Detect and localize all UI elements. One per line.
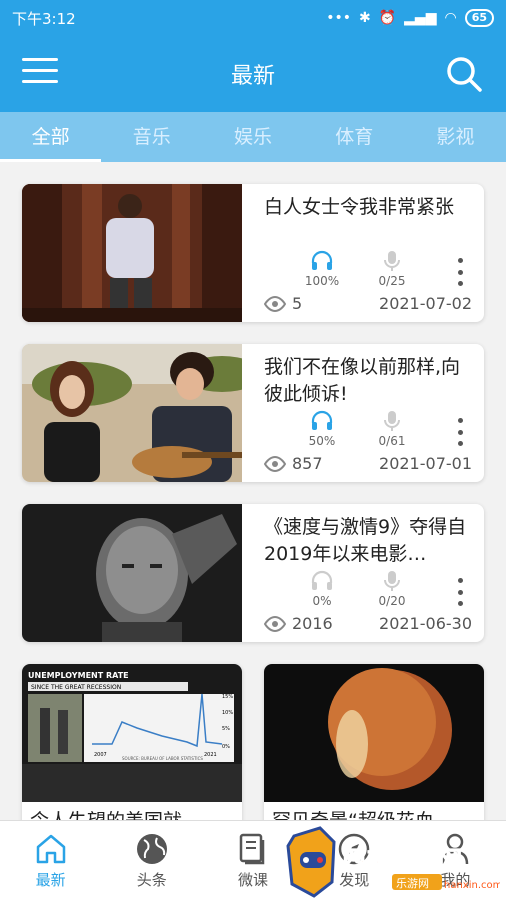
listen-value: 50%: [308, 434, 336, 448]
list-item[interactable]: 白人女士令我非常紧张 100% 0/25 5 2021-07-02: [22, 184, 484, 322]
tab-music[interactable]: 音乐: [101, 112, 202, 162]
headphones-icon: [311, 250, 333, 270]
card-title: 《速度与激情9》夺得自2019年以来电影…: [264, 516, 467, 565]
signal-icon: ▂▄▆: [404, 10, 437, 26]
mic-stat[interactable]: 0/20: [362, 568, 422, 608]
mic-value: 0/61: [378, 434, 406, 448]
microphone-icon: [384, 571, 400, 591]
eye-icon: [264, 455, 286, 472]
mic-value: 0/20: [378, 594, 406, 608]
microphone-icon: [384, 411, 400, 431]
tab-entertainment[interactable]: 娱乐: [202, 112, 303, 162]
nav-headlines[interactable]: 头条: [101, 821, 202, 900]
publish-date: 2021-06-30: [379, 614, 472, 633]
headphones-icon: [311, 570, 333, 590]
tab-sports[interactable]: 体育: [304, 112, 405, 162]
app-bar: 最新: [0, 36, 506, 112]
microphone-icon: [384, 251, 400, 271]
bluetooth-icon: ✱: [358, 10, 371, 26]
battery-indicator: 65: [464, 9, 494, 27]
card-title: 令人失望的美国就: [30, 806, 182, 820]
thumb-chart-title: UNEMPLOYMENT RATE: [28, 671, 129, 680]
mic-stat[interactable]: 0/25: [362, 248, 422, 288]
status-bar: 下午3:12 ••• ✱ ⏰ ▂▄▆ ◠ 65: [0, 0, 506, 36]
menu-icon: [22, 58, 58, 61]
listen-stat[interactable]: 50%: [292, 408, 352, 448]
view-count: 857: [264, 454, 323, 473]
nav-latest[interactable]: 最新: [0, 821, 101, 900]
grid-item[interactable]: UNEMPLOYMENT RATE SINCE THE GREAT RECESS…: [22, 664, 242, 820]
feed-list[interactable]: 白人女士令我非常紧张 100% 0/25 5 2021-07-02 我们不在像以…: [0, 162, 506, 820]
thumb-chart-source: SOURCE: BUREAU OF LABOR STATISTICS: [122, 756, 203, 761]
listen-stat[interactable]: 100%: [292, 248, 352, 288]
card-title: 白人女士令我非常紧张: [264, 196, 455, 218]
thumb-chart-tick: 10%: [222, 710, 233, 716]
alarm-icon: ⏰: [378, 10, 397, 26]
grid-item[interactable]: 罕见奇景“超级花血: [264, 664, 484, 820]
thumb-chart-tick: 0%: [222, 744, 230, 750]
more-options-button[interactable]: [454, 258, 466, 286]
search-icon[interactable]: [444, 54, 484, 94]
page-title: 最新: [230, 64, 275, 89]
listen-value: 100%: [304, 274, 340, 288]
tab-film[interactable]: 影视: [405, 112, 506, 162]
thumb-chart-subtitle: SINCE THE GREAT RECESSION: [31, 684, 121, 691]
thumb-chart-tick: 15%: [222, 694, 233, 700]
svg-text:hanxin.com: hanxin.com: [444, 880, 500, 891]
view-count: 5: [264, 294, 302, 313]
list-item[interactable]: 我们不在像以前那样,向彼此倾诉! 50% 0/61 857 2021-07-01: [22, 344, 484, 482]
thumb-chart-tick: 5%: [222, 726, 230, 732]
thumbnail-image: [264, 664, 484, 802]
thumbnail-image: [22, 344, 242, 482]
site-watermark-logo: 西美手游网 乐游网 hanxin.com: [286, 826, 500, 898]
thumb-chart-xlabel: 2021: [204, 752, 217, 758]
more-options-button[interactable]: [454, 418, 466, 446]
menu-button[interactable]: [22, 58, 58, 90]
book-icon: [239, 833, 265, 865]
thumbnail-image: [22, 504, 242, 642]
thumbnail-image: UNEMPLOYMENT RATE SINCE THE GREAT RECESS…: [22, 664, 242, 802]
list-item[interactable]: 《速度与激情9》夺得自2019年以来电影… 0% 0/20 2016 2021-…: [22, 504, 484, 642]
eye-icon: [264, 295, 286, 312]
publish-date: 2021-07-02: [379, 294, 472, 313]
category-tabs: 全部 音乐 娱乐 体育 影视: [0, 112, 506, 162]
globe-icon: [136, 834, 167, 864]
mic-value: 0/25: [378, 274, 406, 288]
home-icon: [36, 834, 65, 864]
listen-value: 0%: [312, 594, 332, 608]
tab-all[interactable]: 全部: [0, 112, 102, 162]
more-options-button[interactable]: [454, 578, 466, 606]
mic-stat[interactable]: 0/61: [362, 408, 422, 448]
view-count: 2016: [264, 614, 333, 633]
thumb-chart-xlabel: 2007: [94, 752, 107, 758]
svg-text:西美手游网: 西美手游网: [342, 846, 462, 874]
publish-date: 2021-07-01: [379, 454, 472, 473]
listen-stat[interactable]: 0%: [292, 568, 352, 608]
card-title: 我们不在像以前那样,向彼此倾诉!: [264, 356, 461, 405]
wifi-icon: ◠: [444, 10, 457, 26]
thumbnail-image: [22, 184, 242, 322]
svg-text:乐游网: 乐游网: [396, 877, 429, 890]
dots-icon: •••: [326, 10, 351, 26]
eye-icon: [264, 615, 286, 632]
headphones-icon: [311, 410, 333, 430]
card-title: 罕见奇景“超级花血: [272, 806, 434, 820]
status-time: 下午3:12: [12, 9, 76, 28]
